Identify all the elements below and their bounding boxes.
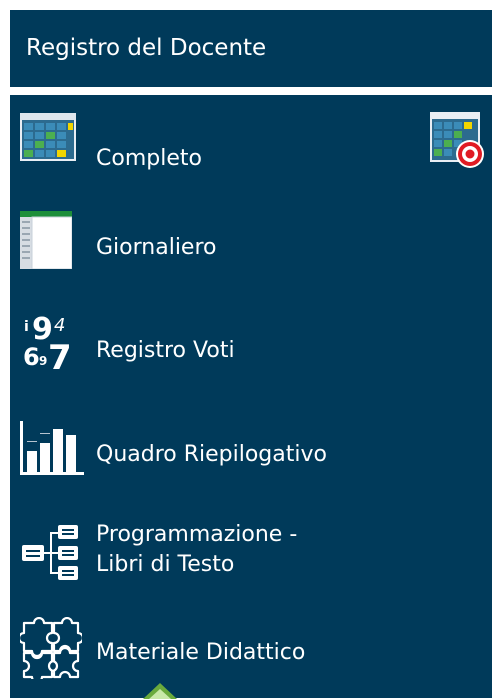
- svg-text:i: i: [24, 319, 29, 335]
- bar-chart-icon: [20, 421, 84, 475]
- menu-item-label: Completo: [96, 146, 202, 171]
- sidebar-title: Registro del Docente: [26, 35, 267, 61]
- menu-item-materiale-didattico[interactable]: Materiale Didattico: [10, 615, 492, 685]
- puzzle-icon: [20, 617, 82, 679]
- menu-item-label-line1: Programmazione -: [96, 522, 298, 547]
- menu-item-completo[interactable]: Completo: [10, 107, 492, 171]
- sidebar-header: Registro del Docente: [10, 10, 492, 87]
- grid-calendar-target-icon[interactable]: [430, 112, 486, 170]
- menu-item-label: Quadro Riepilogativo: [96, 442, 327, 467]
- svg-text:4: 4: [54, 315, 65, 336]
- menu-item-label: Giornaliero: [96, 235, 217, 260]
- svg-text:9: 9: [39, 354, 47, 368]
- menu-item-label: Registro Voti: [96, 338, 235, 363]
- sidebar-menu: Completo Giornaliero i 9 4 6 9 7 Registr…: [10, 95, 492, 698]
- menu-item-programmazione-libri[interactable]: Programmazione - Libri di Testo: [10, 515, 492, 591]
- svg-text:7: 7: [48, 338, 72, 371]
- svg-text:6: 6: [23, 343, 40, 371]
- menu-item-quadro-riepilogativo[interactable]: Quadro Riepilogativo: [10, 415, 492, 477]
- grid-calendar-icon: [20, 113, 76, 161]
- menu-item-registro-voti[interactable]: i 9 4 6 9 7 Registro Voti: [10, 309, 492, 373]
- grades-numbers-icon: i 9 4 6 9 7: [23, 312, 72, 371]
- daily-register-icon: [20, 211, 72, 269]
- menu-item-giornaliero[interactable]: Giornaliero: [10, 203, 492, 273]
- menu-item-label-line2: Libri di Testo: [96, 552, 235, 577]
- tree-structure-icon: [22, 525, 78, 580]
- menu-item-label: Materiale Didattico: [96, 640, 306, 665]
- teacher-register-sidebar: Registro del Docente Completo Giornalier…: [10, 0, 492, 699]
